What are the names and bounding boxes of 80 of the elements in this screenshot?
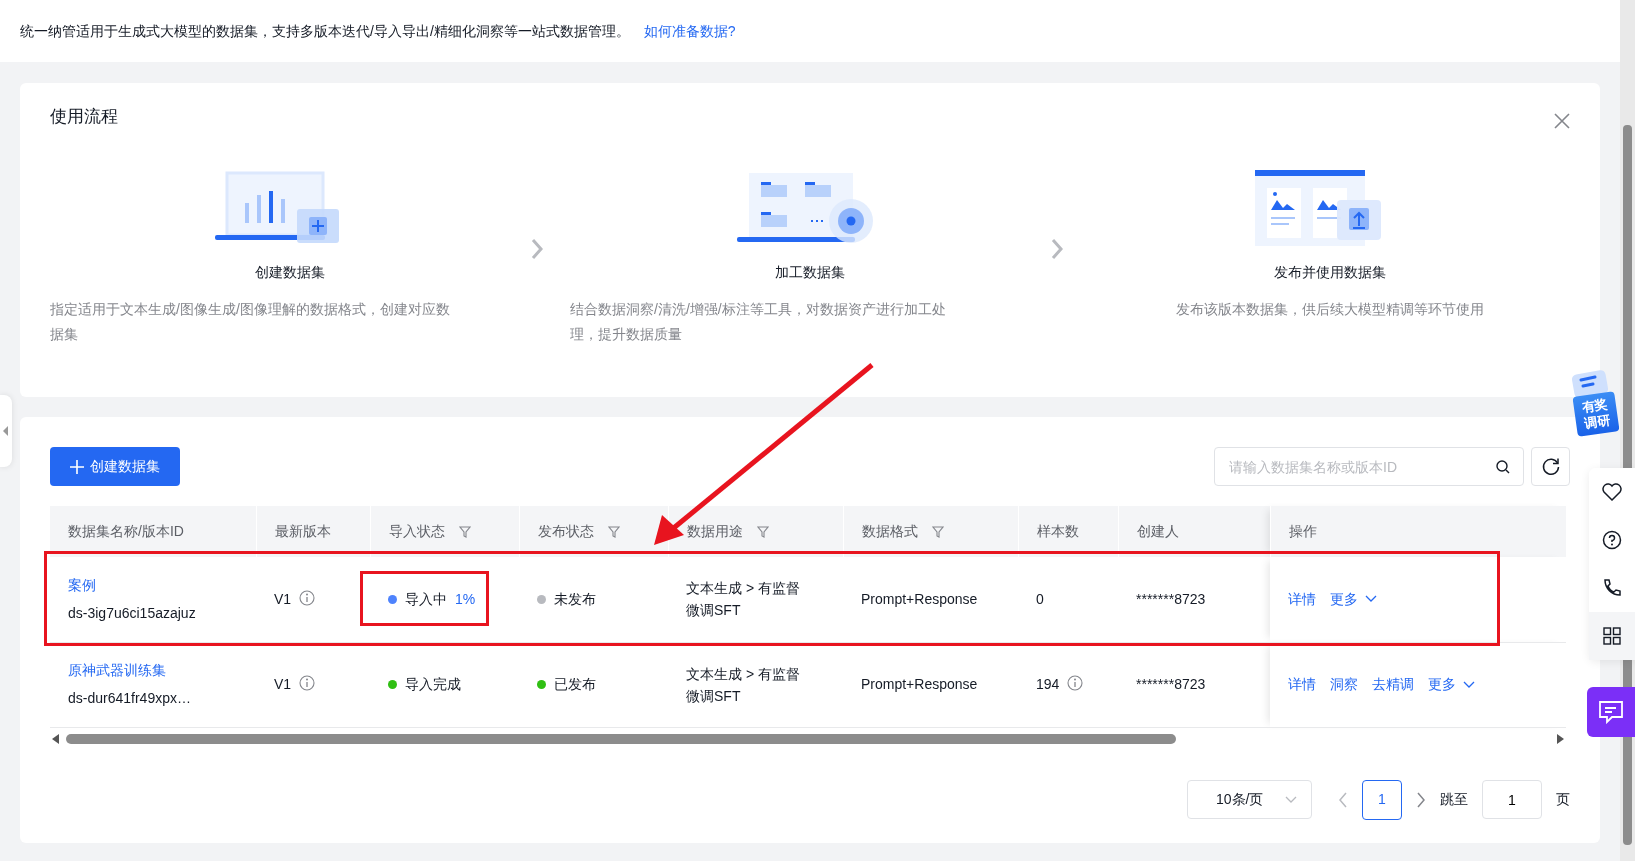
column-header: 操作 — [1288, 523, 1317, 539]
step-description: 发布该版本数据集，供后续大模型精调等环节使用 — [1176, 300, 1484, 319]
action-link[interactable]: 详情 — [1288, 588, 1316, 610]
filter-icon[interactable] — [931, 526, 944, 539]
creator-text: *******8723 — [1136, 676, 1206, 692]
action-link[interactable]: 详情 — [1288, 674, 1316, 695]
help-icon[interactable] — [1602, 530, 1622, 550]
more-dropdown[interactable]: 更多 — [1330, 588, 1377, 610]
dataset-name-link[interactable]: 案例 — [68, 574, 238, 596]
creator-text: *******8723 — [1136, 590, 1206, 607]
status-text: 导入完成 — [405, 676, 461, 692]
column-header: 创建人 — [1136, 523, 1179, 539]
sample-count: 0 — [1036, 590, 1044, 607]
search-field[interactable]: 请输入数据集名称或版本ID — [1214, 447, 1524, 486]
purpose-text: 文本生成 > 有监督微调SFT — [686, 664, 801, 706]
chevron-down-icon — [1285, 795, 1297, 804]
close-icon[interactable] — [1554, 113, 1570, 129]
info-icon[interactable] — [299, 675, 316, 691]
collapse-tab[interactable] — [0, 395, 12, 467]
column-header: 发布状态 — [537, 523, 594, 539]
help-link[interactable]: 如何准备数据? — [643, 20, 736, 42]
plus-icon — [70, 459, 84, 474]
column-header: 最新版本 — [274, 523, 331, 539]
chat-icon — [1598, 700, 1624, 724]
progress-text: 1% — [455, 590, 476, 607]
page-suffix: 页 — [1556, 790, 1570, 809]
step-description: 结合数据洞察/清洗/增强/标注等工具，对数据资产进行加工处理，提升数据质量 — [570, 300, 947, 344]
column-header: 数据集名称/版本ID — [68, 523, 184, 539]
filter-icon[interactable] — [458, 526, 471, 539]
page-jump-field[interactable]: 1 — [1482, 780, 1542, 819]
action-link[interactable]: 去精调 — [1372, 674, 1414, 695]
column-header: 数据用途 — [686, 523, 743, 539]
status-text: 已发布 — [554, 676, 596, 692]
chevron-right-icon — [1050, 238, 1064, 260]
search-icon[interactable] — [1496, 460, 1510, 474]
step-title: 发布并使用数据集 — [1274, 263, 1386, 282]
dataset-name-link[interactable]: 原神武器训练集 — [68, 660, 238, 681]
jump-label: 跳至 — [1440, 790, 1468, 809]
info-icon[interactable] — [1067, 675, 1084, 691]
version-text: V1 — [274, 676, 292, 692]
create-dataset-button[interactable]: 创建数据集 — [50, 447, 180, 486]
status-text: 导入中 — [405, 590, 447, 607]
format-text: Prompt+Response — [861, 676, 978, 692]
refresh-button[interactable] — [1531, 447, 1570, 486]
purpose-text: 文本生成 > 有监督微调SFT — [686, 579, 801, 621]
previous-page-icon[interactable] — [1338, 791, 1348, 808]
column-header: 数据格式 — [861, 523, 918, 539]
scroll-left-icon[interactable] — [50, 732, 62, 745]
scroll-right-icon[interactable] — [1554, 732, 1566, 745]
column-header: 样本数 — [1036, 523, 1079, 539]
step-title: 加工数据集 — [775, 263, 845, 282]
format-text: Prompt+Response — [861, 590, 978, 607]
apps-icon[interactable] — [1603, 627, 1621, 645]
step-description: 指定适用于文本生成/图像生成/图像理解的数据格式，创建对应数据集 — [50, 300, 450, 344]
sample-count: 194 — [1036, 676, 1060, 692]
caret-icon — [3, 426, 9, 436]
chat-button[interactable] — [1587, 687, 1635, 737]
column-header: 导入状态 — [388, 523, 445, 539]
version-text: V1 — [274, 590, 292, 607]
page-size-select[interactable]: 10条/页 — [1187, 780, 1312, 819]
heart-icon[interactable] — [1602, 483, 1622, 501]
chevron-down-icon — [1463, 680, 1475, 689]
more-dropdown[interactable]: 更多 — [1428, 674, 1475, 695]
step-title: 创建数据集 — [255, 263, 325, 282]
status-text: 未发布 — [554, 590, 596, 607]
refresh-icon — [1540, 456, 1561, 477]
next-page-icon[interactable] — [1416, 791, 1426, 808]
chevron-right-icon — [530, 238, 544, 260]
filter-icon[interactable] — [607, 526, 620, 539]
intro-text: 统一纳管适用于生成式大模型的数据集，支持多版本迭代/导入导出/精细化洞察等一站式数据管理。 — [20, 21, 630, 41]
dataset-id: ds-3ig7u6ci15azajuz — [68, 603, 197, 623]
panel-title: 使用流程 — [50, 107, 118, 128]
phone-icon[interactable] — [1602, 578, 1622, 598]
scrollbar-thumb[interactable] — [66, 733, 1176, 744]
filter-icon[interactable] — [756, 526, 769, 539]
info-icon[interactable] — [299, 589, 316, 606]
chevron-down-icon — [1365, 595, 1377, 604]
dataset-id: ds-dur641fr49xpx… — [68, 689, 192, 708]
action-link[interactable]: 洞察 — [1330, 674, 1358, 695]
page-button[interactable]: 1 — [1362, 779, 1402, 820]
